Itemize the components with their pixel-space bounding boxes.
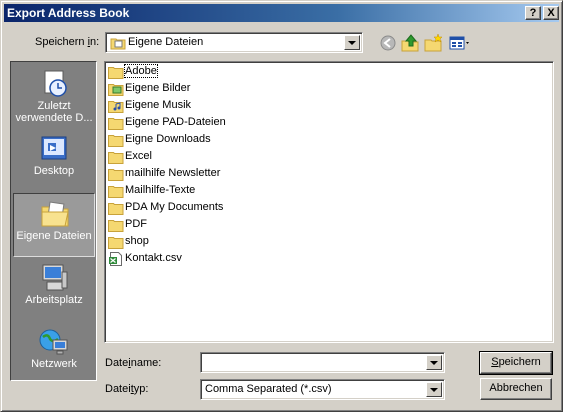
network-icon — [39, 329, 68, 355]
list-item-label: Eigene Bilder — [125, 82, 191, 94]
list-item-label: shop — [125, 235, 149, 247]
title-bar[interactable]: Export Address Book ? X — [4, 4, 559, 22]
view-menu-icon — [449, 36, 469, 50]
my-documents-icon — [41, 201, 69, 227]
music-folder-icon — [108, 101, 124, 113]
folder-icon — [108, 237, 124, 249]
place-my-documents[interactable]: Eigene Dateien — [13, 193, 95, 257]
view-menu-button[interactable] — [447, 32, 473, 54]
list-item-label: PDF — [125, 218, 147, 230]
filename-combobox[interactable] — [200, 352, 445, 373]
folder-icon — [108, 135, 124, 147]
folder-icon — [108, 67, 124, 79]
place-my-computer-label: Arbeitsplatz — [25, 294, 83, 306]
save-in-dropdown-button[interactable] — [344, 35, 360, 50]
places-bar: Zuletzt verwendete D... Desktop Eigene D… — [10, 61, 97, 381]
desktop-icon — [41, 136, 67, 160]
place-desktop-label: Desktop — [33, 165, 75, 177]
list-item-label: Mailhilfe-Texte — [125, 184, 196, 196]
filename-label: Dateiname: — [105, 357, 162, 369]
place-desktop[interactable]: Desktop — [13, 129, 95, 193]
save-in-label: Speichern in: — [35, 36, 100, 48]
list-item-label: Kontakt.csv — [125, 252, 182, 264]
up-folder-button[interactable] — [399, 32, 421, 54]
filetype-dropdown-button[interactable] — [426, 382, 442, 397]
my-computer-icon — [42, 264, 68, 291]
cancel-button[interactable]: Abbrechen — [480, 378, 552, 400]
back-button[interactable] — [377, 32, 399, 54]
folder-icon — [108, 152, 124, 164]
list-item-label: Eigene Musik — [125, 99, 192, 111]
back-arrow-icon — [380, 35, 396, 51]
list-item-label: Eigene PAD-Dateien — [125, 116, 226, 128]
filetype-label: Dateityp: — [105, 383, 149, 395]
folder-icon — [108, 203, 124, 215]
save-in-value: Eigene Dateien — [128, 36, 204, 48]
list-item-label: Excel — [125, 150, 152, 162]
filetype-value: Comma Separated (*.csv) — [205, 383, 332, 395]
filename-dropdown-button[interactable] — [426, 355, 442, 370]
list-item-label: mailhilfe Newsletter — [125, 167, 221, 179]
place-recent-label: Zuletzt verwendete D... — [15, 100, 93, 124]
list-item-label: PDA My Documents — [125, 201, 224, 213]
place-network-label: Netzwerk — [31, 358, 77, 370]
filetype-select[interactable]: Comma Separated (*.csv) — [200, 379, 445, 400]
csv-file-icon — [109, 252, 122, 266]
place-network[interactable]: Netzwerk — [13, 322, 95, 386]
my-documents-icon — [110, 38, 126, 50]
help-button[interactable]: ? — [525, 6, 541, 20]
place-my-computer[interactable]: Arbeitsplatz — [13, 258, 95, 322]
list-item-label: Eigne Downloads — [125, 133, 211, 145]
save-button[interactable]: Speichern — [479, 351, 553, 375]
pictures-folder-icon — [108, 84, 124, 96]
recent-documents-icon — [44, 70, 67, 97]
new-folder-icon — [424, 33, 443, 52]
up-folder-icon — [401, 34, 419, 52]
window-title: Export Address Book — [7, 6, 130, 20]
folder-icon — [108, 169, 124, 181]
save-in-combobox[interactable]: Eigene Dateien — [105, 32, 363, 53]
folder-icon — [108, 220, 124, 232]
folder-icon — [108, 118, 124, 130]
place-my-documents-label: Eigene Dateien — [16, 230, 92, 242]
list-item-label: Adobe — [124, 64, 158, 78]
new-folder-button[interactable] — [422, 32, 444, 54]
folder-icon — [108, 186, 124, 198]
close-button[interactable]: X — [543, 6, 559, 20]
export-dialog: Export Address Book ? X Speichern in: Ei… — [0, 0, 563, 412]
file-list[interactable]: Adobe Eigene Bilder Eigene Musik Eigene … — [104, 61, 554, 343]
place-recent[interactable]: Zuletzt verwendete D... — [13, 64, 95, 128]
